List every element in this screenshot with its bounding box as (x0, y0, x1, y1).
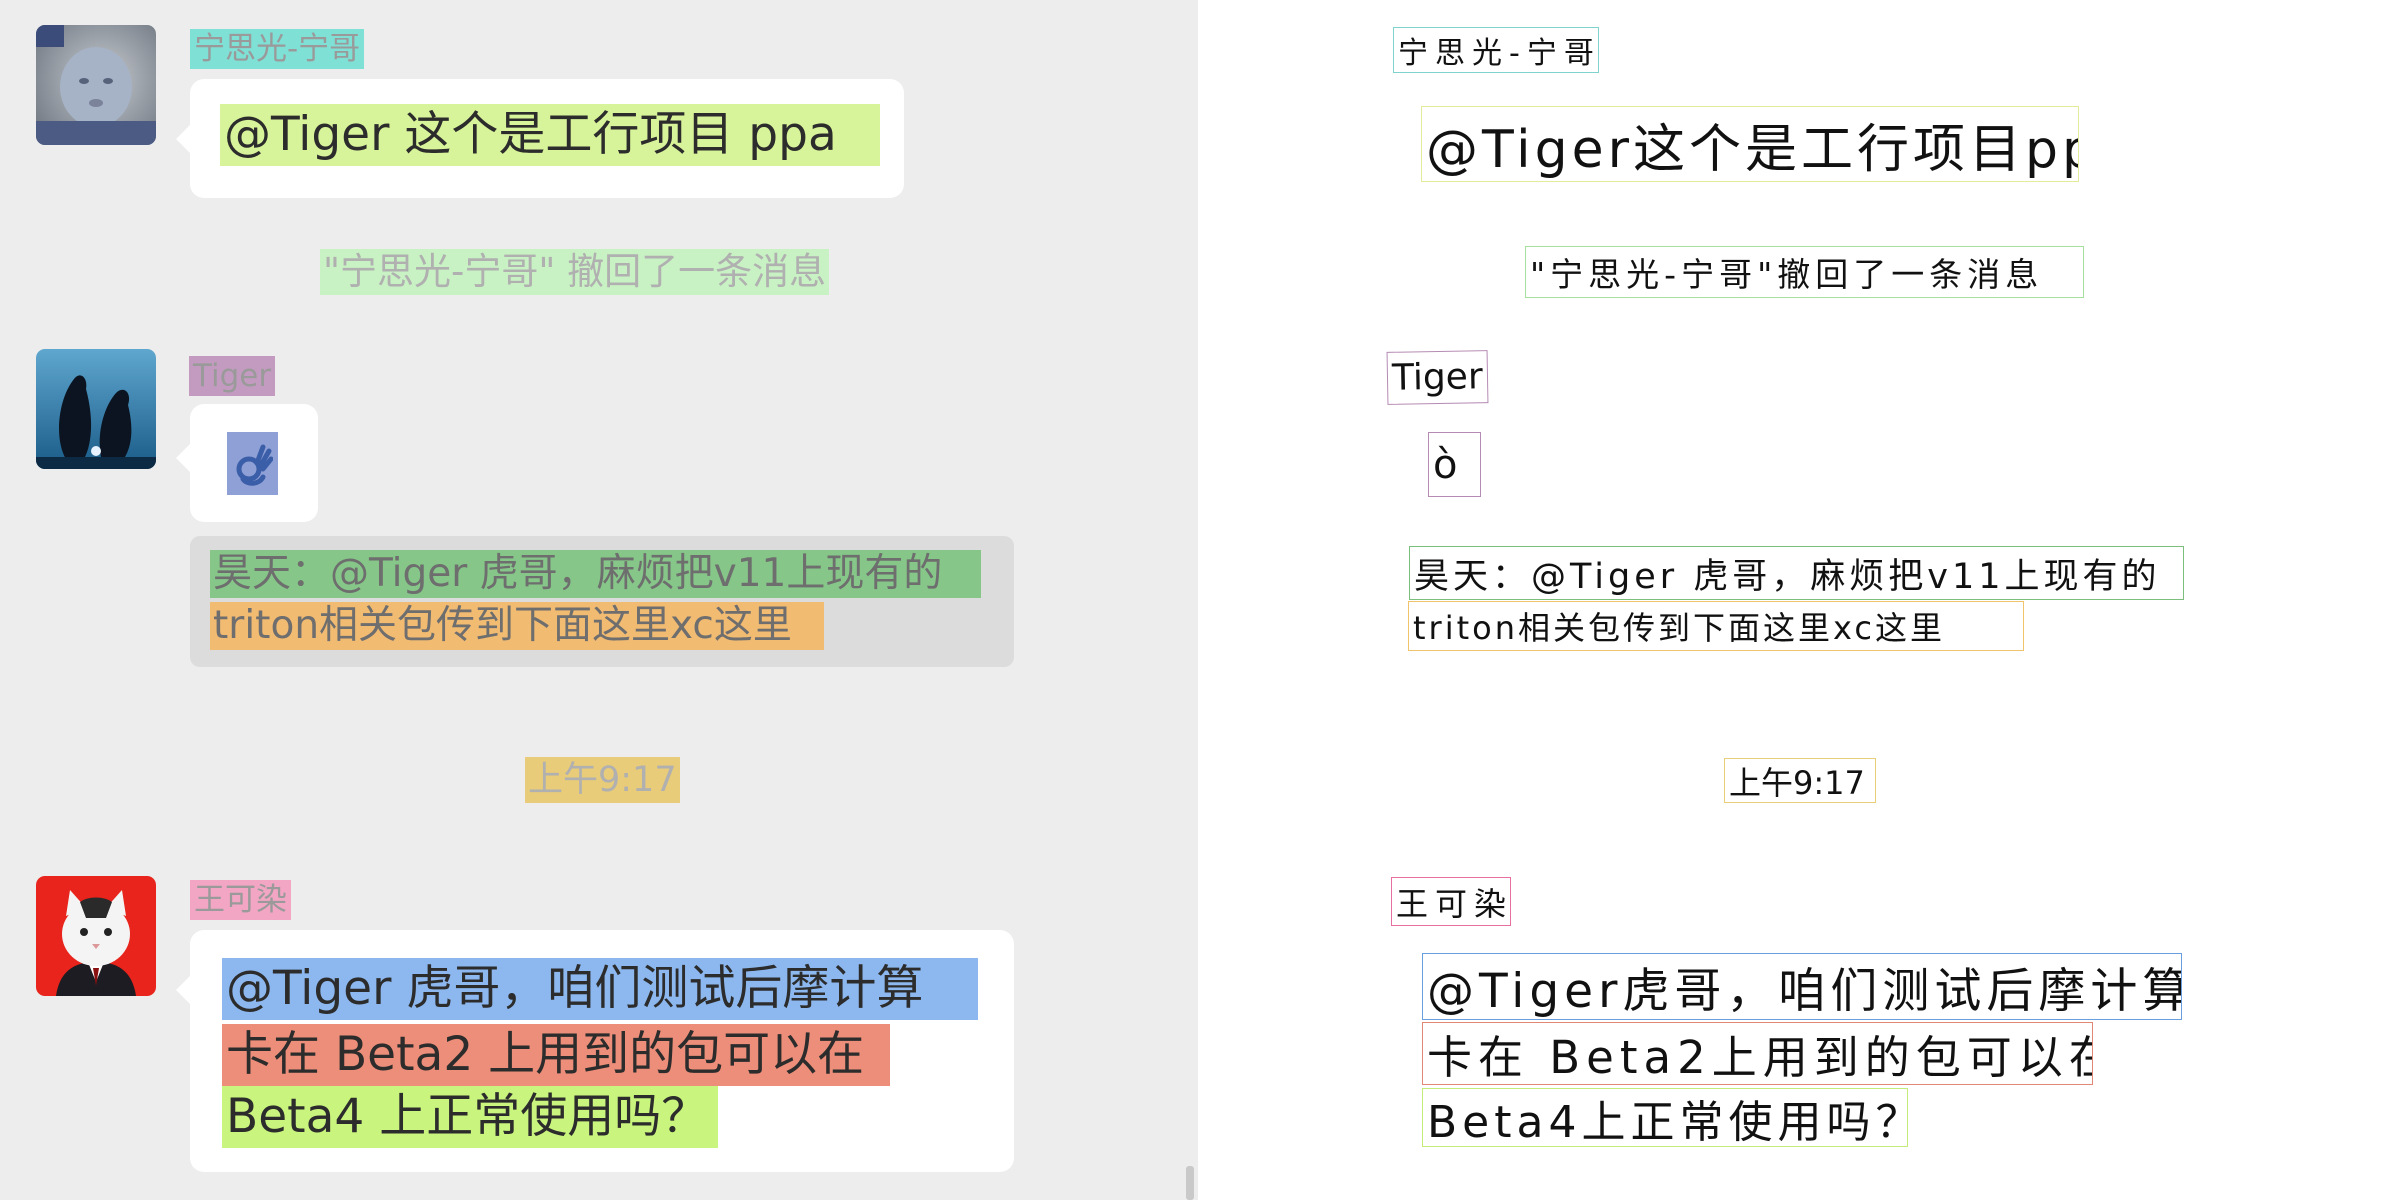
ok-hand-icon (236, 444, 273, 486)
ocr-message-1: @Tiger这个是工行项目ppa (1421, 106, 2079, 182)
ocr-quote-line-2: triton相关包传到下面这里xc这里 (1408, 601, 2024, 651)
ocr-message-3-line-1: @Tiger虎哥，咱们测试后摩计算 (1422, 953, 2182, 1020)
penguins-photo-icon (36, 349, 156, 469)
ocr-recall-notice: "宁思光-宁哥"撤回了一条消息 (1525, 246, 2084, 298)
ocr-sender-3: 王可染 (1391, 877, 1511, 926)
message-text: @Tiger 这个是工行项目 ppa (220, 104, 880, 166)
timestamp: 上午9:17 (525, 757, 680, 803)
quote-line: triton相关包传到下面这里xc这里 (210, 602, 824, 650)
scrollbar-thumb[interactable] (1186, 1166, 1194, 1200)
ocr-quote-line-1: 昊天：@Tiger 虎哥，麻烦把v11上现有的 (1409, 546, 2184, 600)
avatar-sender-3[interactable] (36, 876, 156, 996)
quoted-message[interactable]: 昊天：@Tiger 虎哥，麻烦把v11上现有的 triton相关包传到下面这里x… (190, 536, 1014, 667)
message-bubble[interactable]: @Tiger 虎哥，咱们测试后摩计算 卡在 Beta2 上用到的包可以在 Bet… (176, 930, 1014, 1172)
sender-name: 王可染 (190, 880, 291, 920)
ocr-message-3-line-2: 卡在 Beta2上用到的包可以在 (1422, 1022, 2093, 1085)
sender-name: 宁思光-宁哥 (190, 29, 365, 69)
avatar-sender-1[interactable] (36, 25, 156, 145)
ocr-render-panel: 宁思光-宁哥 @Tiger这个是工行项目ppa "宁思光-宁哥"撤回了一条消息 … (1200, 0, 2400, 1200)
quote-line: 昊天：@Tiger 虎哥，麻烦把v11上现有的 (210, 550, 981, 598)
message-text-line: 卡在 Beta2 上用到的包可以在 (222, 1024, 890, 1086)
baby-photo-icon (36, 25, 156, 145)
ok-hand-emoji (227, 432, 278, 495)
chat-screenshot-panel: 宁思光-宁哥 @Tiger 这个是工行项目 ppa "宁思光-宁哥" 撤回了一条… (0, 0, 1198, 1200)
message-bubble[interactable]: @Tiger 这个是工行项目 ppa (176, 79, 904, 198)
ocr-emoji: ò (1428, 432, 1481, 497)
sender-name: Tiger (189, 356, 276, 396)
message-text-line: @Tiger 虎哥，咱们测试后摩计算 (222, 958, 978, 1020)
emoji-bubble[interactable] (176, 404, 318, 522)
avatar-sender-2[interactable] (36, 349, 156, 469)
cat-in-suit-photo-icon (36, 876, 156, 996)
ocr-message-3-line-3: Beta4上正常使用吗？ (1422, 1088, 1908, 1147)
ocr-sender-1: 宁思光-宁哥 (1393, 27, 1599, 73)
message-text-line: Beta4 上正常使用吗？ (222, 1086, 718, 1148)
ocr-timestamp: 上午9:17 (1724, 758, 1876, 803)
ocr-sender-2: Tiger (1386, 350, 1489, 405)
recall-notice: "宁思光-宁哥" 撤回了一条消息 (320, 249, 830, 295)
